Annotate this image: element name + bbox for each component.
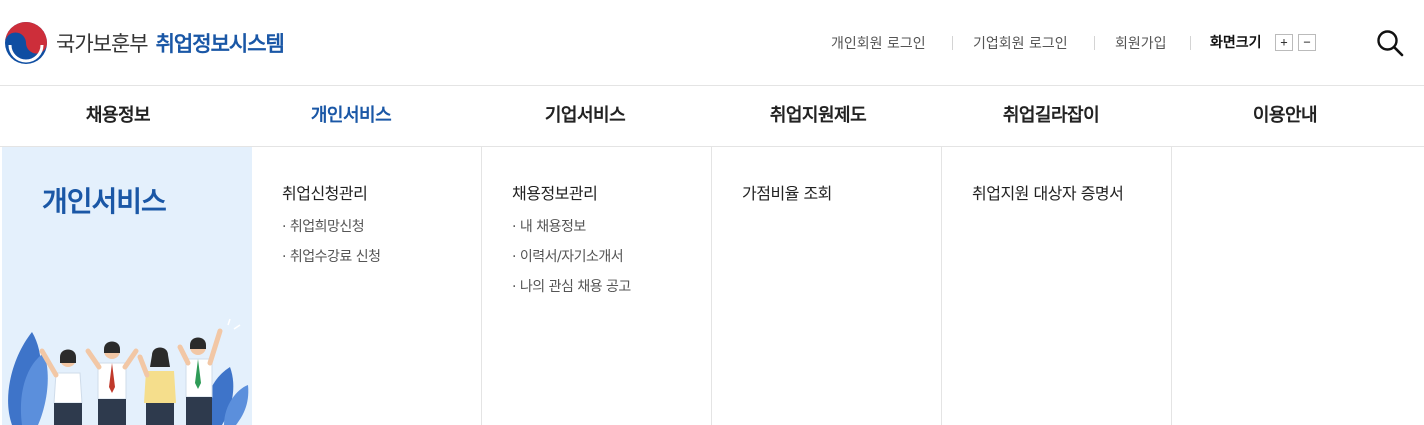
nav-item-jobs[interactable]: 채용정보: [70, 87, 166, 146]
ministry-name: 국가보훈부: [56, 32, 149, 56]
menu-column-bonus-rate: 가점비율 조회: [712, 147, 942, 425]
section-title: 개인서비스: [42, 185, 167, 218]
nav-item-company-service[interactable]: 기업서비스: [530, 87, 640, 146]
nav-item-personal-service[interactable]: 개인서비스: [296, 87, 406, 146]
system-name: 취업정보시스템: [155, 32, 285, 56]
menu-title-certificate[interactable]: 취업지원 대상자 증명서: [972, 180, 1124, 204]
menu-item-resume[interactable]: · 이력서/자기소개서: [512, 246, 624, 266]
menu-column-application: 취업신청관리 · 취업희망신청 · 취업수강료 신청: [252, 147, 482, 425]
menu-item-tuition-application[interactable]: · 취업수강료 신청: [282, 246, 381, 266]
search-icon: [1377, 30, 1404, 57]
main-nav: 채용정보 개인서비스 기업서비스 취업지원제도 취업길라잡이 이용안내: [0, 87, 1424, 147]
util-divider: [1094, 36, 1095, 50]
personal-login-link[interactable]: 개인회원 로그인: [831, 33, 926, 53]
font-size-label: 화면크기: [1210, 35, 1262, 51]
menu-title-application[interactable]: 취업신청관리: [282, 180, 368, 204]
site-logo[interactable]: 국가보훈부 취업정보시스템: [4, 21, 285, 65]
cheering-people-illustration: [8, 318, 249, 425]
menu-column-certificate: 취업지원 대상자 증명서: [942, 147, 1172, 425]
font-increase-button[interactable]: +: [1275, 34, 1293, 51]
menu-item-my-job-info[interactable]: · 내 채용정보: [512, 216, 586, 236]
site-header: 국가보훈부 취업정보시스템 개인회원 로그인 기업회원 로그인 회원가입 화면크…: [0, 0, 1424, 86]
util-divider: [1190, 36, 1191, 50]
company-login-link[interactable]: 기업회원 로그인: [973, 33, 1068, 53]
util-divider: [952, 36, 953, 50]
mega-menu-panel: 개인서비스 취업신청관리 · 취업희망신청 · 취업수강료 신청 채용정보관리 …: [0, 147, 1424, 425]
taegeuk-logo-icon: [5, 22, 47, 64]
nav-item-usage-guide[interactable]: 이용안내: [1240, 87, 1330, 146]
nav-item-career-guide[interactable]: 취업길라잡이: [985, 87, 1117, 146]
font-decrease-button[interactable]: −: [1298, 34, 1316, 51]
signup-link[interactable]: 회원가입: [1115, 33, 1167, 53]
menu-title-job-info[interactable]: 채용정보관리: [512, 180, 598, 204]
section-banner: 개인서비스: [2, 147, 252, 425]
menu-column-job-info: 채용정보관리 · 내 채용정보 · 이력서/자기소개서 · 나의 관심 채용 공…: [482, 147, 712, 425]
menu-title-bonus-rate[interactable]: 가점비율 조회: [742, 180, 832, 204]
menu-item-saved-postings[interactable]: · 나의 관심 채용 공고: [512, 276, 631, 296]
nav-item-employment-support[interactable]: 취업지원제도: [752, 87, 884, 146]
search-button[interactable]: [1375, 28, 1405, 58]
menu-item-job-application[interactable]: · 취업희망신청: [282, 216, 365, 236]
